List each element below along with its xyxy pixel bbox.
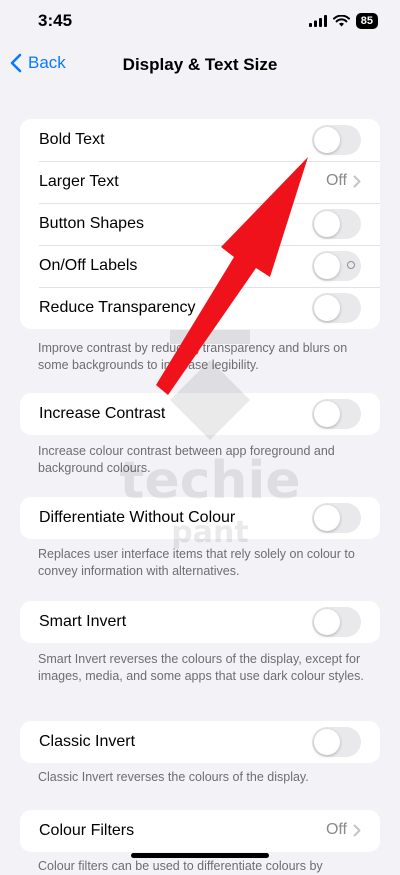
home-indicator: [131, 853, 269, 858]
red-arrow: [156, 157, 308, 395]
